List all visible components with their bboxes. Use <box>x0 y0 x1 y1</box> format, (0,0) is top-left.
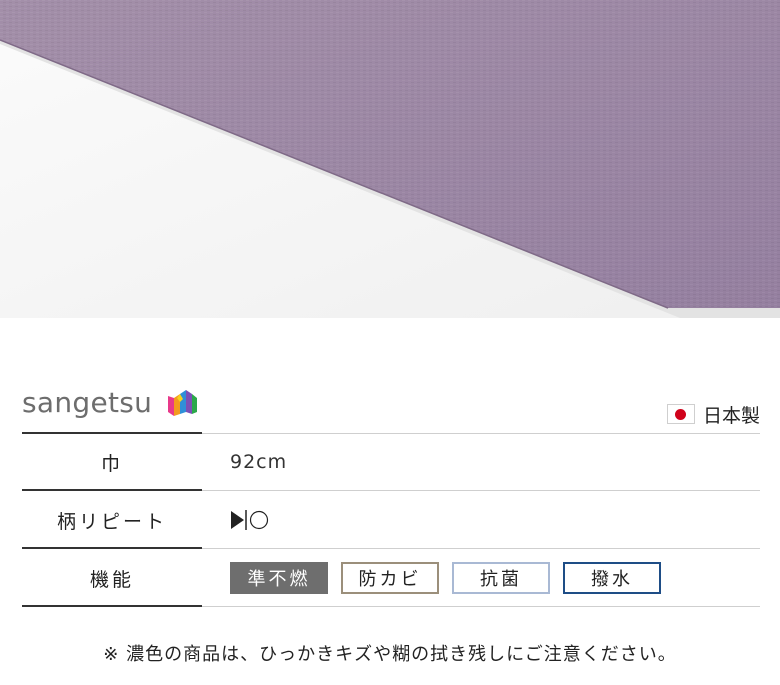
feature-tag-anti-mold: 防カビ <box>341 562 439 594</box>
spec-value-width: 92cm <box>230 451 288 473</box>
spec-value-pattern-repeat <box>230 491 272 549</box>
feature-tag-semi-noncombustible: 準不燃 <box>230 562 328 594</box>
feature-tag-antibacterial: 抗菌 <box>452 562 550 594</box>
feature-tag-water-repellent: 撥水 <box>563 562 661 594</box>
spec-value-functions: 準不燃 防カビ 抗菌 撥水 <box>230 549 661 607</box>
spec-label-width: 巾 <box>100 452 123 475</box>
sangetsu-logo: sangetsu <box>22 386 153 419</box>
brand-row: sangetsu 日本製 <box>22 380 760 430</box>
care-note: ※ 濃色の商品は、ひっかきキズや糊の拭き残しにご注意ください。 <box>103 644 677 665</box>
feature-tags: 準不燃 防カビ 抗菌 撥水 <box>230 562 661 594</box>
spec-row-pattern-repeat: 柄リピート <box>22 491 760 549</box>
spec-label-pattern-repeat: 柄リピート <box>56 510 167 533</box>
spec-table: 巾 92cm 柄リピート 機能 準不燃 防カビ 抗菌 撥水 <box>22 432 760 607</box>
origin-label: 日本製 <box>666 400 760 428</box>
spec-row-functions: 機能 準不燃 防カビ 抗菌 撥水 <box>22 549 760 607</box>
spec-row-width: 巾 92cm <box>22 432 760 491</box>
spec-label-functions: 機能 <box>89 568 134 591</box>
product-photo <box>0 0 780 318</box>
wallpaper-sample-image <box>0 0 780 318</box>
repeat-none-icon <box>230 509 272 531</box>
sangetsu-logo-mark-icon <box>168 390 197 416</box>
origin-text: 日本製 <box>702 404 760 427</box>
japan-flag-icon <box>666 404 695 424</box>
